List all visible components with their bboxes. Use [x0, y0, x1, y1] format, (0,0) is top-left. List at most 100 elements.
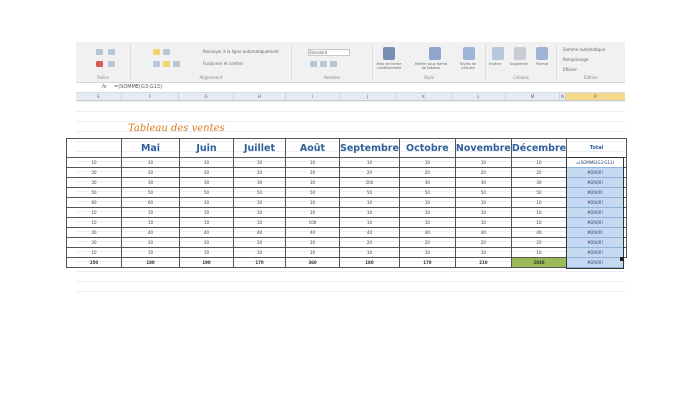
column-header[interactable]: I: [286, 93, 340, 100]
value-cell[interactable]: 20: [285, 237, 340, 248]
selected-cell[interactable]: =(SOMME(G3:G13): [567, 158, 623, 168]
value-cell[interactable]: 40: [179, 227, 234, 238]
value-cell[interactable]: 20: [233, 237, 286, 248]
value-cell[interactable]: 30: [510, 177, 568, 188]
borders-icon[interactable]: [108, 61, 115, 67]
header-cell[interactable]: Juin: [179, 138, 234, 158]
value-cell[interactable]: 40: [510, 227, 568, 238]
error-cell[interactable]: #DIV/0!: [567, 178, 623, 188]
value-cell[interactable]: 40: [398, 227, 456, 238]
value-cell[interactable]: 10: [179, 157, 234, 168]
insert-button[interactable]: Insérer: [489, 62, 501, 66]
value-cell[interactable]: 30: [454, 177, 512, 188]
column-header[interactable]: H: [234, 93, 286, 100]
selected-range[interactable]: =(SOMME(G3:G13) #DIV/0! #DIV/0! #DIV/0! #DIV…: [566, 157, 624, 269]
value-cell[interactable]: 20: [66, 167, 122, 178]
value-cell[interactable]: 10: [398, 197, 456, 208]
delete-icon[interactable]: [514, 47, 526, 60]
value-cell[interactable]: 10: [339, 207, 400, 218]
font-size-icon[interactable]: [96, 49, 103, 55]
value-cell[interactable]: 20: [121, 167, 180, 178]
header-cell[interactable]: Août: [285, 138, 340, 158]
value-cell[interactable]: 10: [510, 217, 568, 228]
sum-cell[interactable]: 180: [339, 257, 400, 268]
sum-cell[interactable]: 190: [179, 257, 234, 268]
value-cell[interactable]: 50: [179, 187, 234, 198]
value-cell[interactable]: 10: [285, 247, 340, 258]
value-cell[interactable]: 10: [66, 247, 122, 258]
fill-button[interactable]: Remplissage: [563, 57, 588, 62]
value-cell[interactable]: 10: [339, 157, 400, 168]
value-cell[interactable]: 60: [66, 197, 122, 208]
error-cell[interactable]: #DIV/0!: [567, 258, 623, 268]
value-cell[interactable]: 10: [179, 247, 234, 258]
sum-cell[interactable]: 250: [66, 257, 122, 268]
value-cell[interactable]: 10: [339, 197, 400, 208]
delete-button[interactable]: Supprimer: [510, 62, 528, 66]
value-cell[interactable]: 60: [121, 197, 180, 208]
align-right-icon[interactable]: [173, 61, 180, 67]
value-cell[interactable]: 20: [454, 167, 512, 178]
header-cell[interactable]: [66, 138, 122, 158]
fill-handle[interactable]: [620, 257, 624, 261]
value-cell[interactable]: 50: [66, 187, 122, 198]
value-cell[interactable]: 50: [285, 187, 340, 198]
font-size-grow-icon[interactable]: [108, 49, 115, 55]
value-cell[interactable]: 40: [454, 227, 512, 238]
value-cell[interactable]: 50: [454, 187, 512, 198]
align-top-icon[interactable]: [153, 49, 160, 55]
column-header[interactable]: E: [76, 93, 122, 100]
value-cell[interactable]: 20: [510, 167, 568, 178]
value-cell[interactable]: 50: [233, 187, 286, 198]
column-header[interactable]: J: [340, 93, 396, 100]
error-cell[interactable]: #DIV/0!: [567, 168, 623, 178]
value-cell[interactable]: 10: [510, 157, 568, 168]
value-cell[interactable]: 100: [285, 217, 340, 228]
sheet-title[interactable]: Tableau des ventes: [128, 123, 225, 134]
value-cell[interactable]: 10: [233, 157, 286, 168]
value-cell[interactable]: 20: [454, 237, 512, 248]
value-cell[interactable]: 10: [121, 157, 180, 168]
value-cell[interactable]: 20: [121, 237, 180, 248]
value-cell[interactable]: 10: [285, 157, 340, 168]
conditional-format-icon[interactable]: [383, 47, 395, 60]
error-cell[interactable]: #DIV/0!: [567, 228, 623, 238]
cell-styles-icon[interactable]: [463, 47, 475, 60]
sum-cell[interactable]: 170: [398, 257, 456, 268]
header-cell[interactable]: Octobre: [398, 138, 456, 158]
value-cell[interactable]: 30: [285, 177, 340, 188]
value-cell[interactable]: 20: [398, 237, 456, 248]
grand-total-cell[interactable]: 2830: [510, 257, 568, 268]
value-cell[interactable]: 10: [339, 217, 400, 228]
value-cell[interactable]: 10: [233, 247, 286, 258]
align-left-icon[interactable]: [153, 61, 160, 67]
align-center-icon[interactable]: [163, 61, 170, 67]
value-cell[interactable]: 20: [179, 167, 234, 178]
sum-cell[interactable]: 180: [121, 257, 180, 268]
table-format-button[interactable]: Mettre sous forme de tableau: [413, 62, 449, 70]
error-cell[interactable]: #DIV/0!: [567, 188, 623, 198]
merge-center-button[interactable]: Fusionner et centrer: [203, 61, 243, 66]
value-cell[interactable]: 10: [398, 217, 456, 228]
value-cell[interactable]: 10: [510, 207, 568, 218]
value-cell[interactable]: 50: [510, 187, 568, 198]
value-cell[interactable]: 10: [121, 207, 180, 218]
value-cell[interactable]: 10: [454, 157, 512, 168]
value-cell[interactable]: 30: [179, 177, 234, 188]
align-middle-icon[interactable]: [163, 49, 170, 55]
value-cell[interactable]: 10: [179, 217, 234, 228]
fx-icon[interactable]: fx: [102, 84, 107, 90]
value-cell[interactable]: 20: [233, 167, 286, 178]
error-cell[interactable]: #DIV/0!: [567, 218, 623, 228]
insert-icon[interactable]: [492, 47, 504, 60]
value-cell[interactable]: 30: [398, 177, 456, 188]
value-cell[interactable]: 10: [398, 247, 456, 258]
value-cell[interactable]: 40: [339, 227, 400, 238]
font-color-icon[interactable]: [96, 61, 103, 67]
clear-button[interactable]: Effacer: [563, 67, 577, 72]
value-cell[interactable]: 10: [285, 197, 340, 208]
column-header[interactable]: G: [179, 93, 234, 100]
value-cell[interactable]: 10: [454, 207, 512, 218]
column-header[interactable]: K: [396, 93, 452, 100]
error-cell[interactable]: #DIV/0!: [567, 198, 623, 208]
